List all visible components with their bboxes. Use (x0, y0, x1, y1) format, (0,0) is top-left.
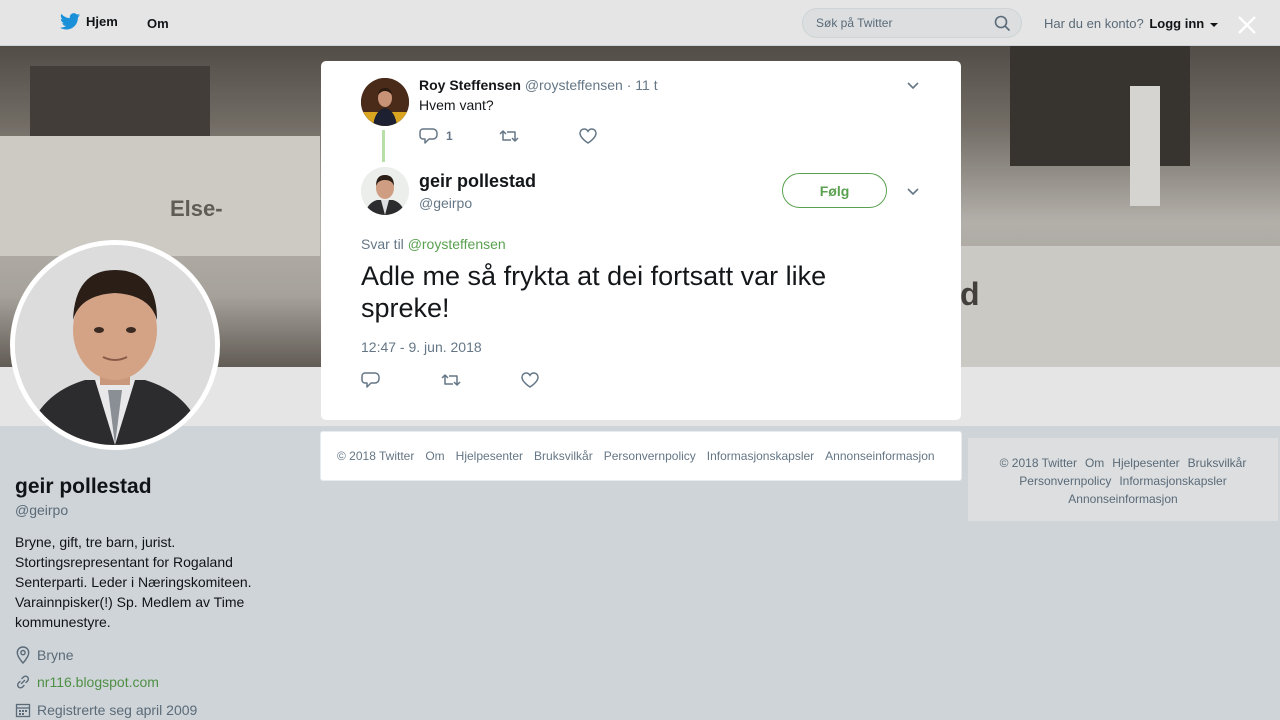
reply-prefix: Svar til (361, 236, 404, 252)
main-tweet-handle[interactable]: @geirpo (419, 195, 472, 211)
reply-button[interactable]: 1 (419, 127, 499, 145)
thread-line (382, 130, 385, 162)
reply-button[interactable] (361, 371, 441, 389)
avatar-photo (15, 245, 215, 445)
main-tweet-author-name[interactable]: geir pollestad (419, 171, 536, 192)
parent-tweet-time[interactable]: · 11 t (627, 77, 658, 93)
reply-icon (361, 372, 380, 388)
avatar-photo (361, 167, 409, 215)
main-tweet-avatar[interactable] (361, 167, 409, 215)
retweet-button[interactable] (441, 371, 521, 389)
tweet-modal: Roy Steffensen @roysteffensen · 11 t Hve… (321, 61, 961, 420)
heart-icon (521, 372, 539, 388)
footer-link[interactable]: Personvernpolicy (604, 449, 696, 463)
footer-link[interactable]: Om (425, 449, 444, 463)
footer-link[interactable]: Annonseinformasjon (825, 449, 934, 463)
reply-context: Svar til @roysteffensen (361, 236, 506, 252)
parent-tweet-handle[interactable]: @roysteffensen (525, 77, 623, 93)
parent-tweet-header: Roy Steffensen @roysteffensen · 11 t (419, 77, 658, 93)
reply-icon (419, 128, 438, 144)
footer-link[interactable]: Hjelpesenter (456, 449, 523, 463)
footer-link[interactable]: Bruksvilkår (534, 449, 593, 463)
retweet-icon (499, 130, 519, 142)
retweet-icon (441, 374, 461, 386)
like-button[interactable] (579, 127, 597, 145)
modal-footer: © 2018 Twitter Om Hjelpesenter Bruksvilk… (320, 431, 962, 481)
reply-to-link[interactable]: @roysteffensen (408, 236, 506, 252)
reply-count: 1 (446, 129, 453, 143)
chevron-down-icon[interactable] (906, 184, 920, 198)
parent-tweet-text: Hvem vant? (419, 97, 494, 113)
profile-avatar[interactable] (10, 240, 220, 450)
parent-tweet-author-name[interactable]: Roy Steffensen (419, 77, 521, 93)
retweet-button[interactable] (499, 127, 579, 145)
footer-link[interactable]: Informasjonskapsler (707, 449, 814, 463)
heart-icon (579, 128, 597, 144)
chevron-down-icon[interactable] (906, 78, 920, 92)
parent-tweet-avatar[interactable] (361, 78, 409, 126)
parent-tweet-actions: 1 (419, 127, 597, 145)
avatar-photo (361, 78, 409, 126)
footer-item: © 2018 Twitter (337, 449, 415, 463)
follow-button[interactable]: Følg (782, 173, 887, 208)
main-tweet-timestamp[interactable]: 12:47 - 9. jun. 2018 (361, 339, 482, 355)
close-icon[interactable] (1236, 14, 1258, 36)
main-tweet-actions (361, 371, 539, 389)
like-button[interactable] (521, 371, 539, 389)
main-tweet-text: Adle me så frykta at dei fortsatt var li… (361, 261, 827, 323)
